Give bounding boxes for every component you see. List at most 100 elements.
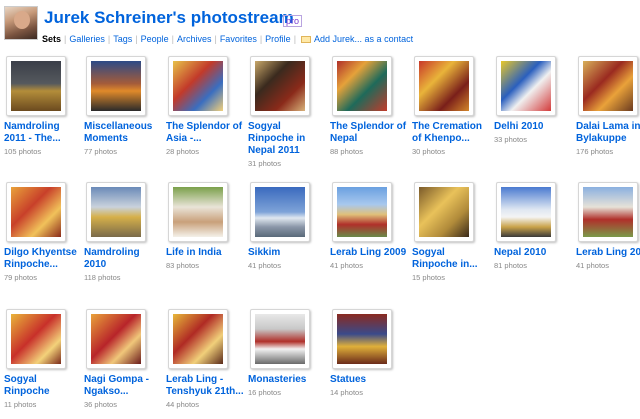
pro-badge[interactable]: pro	[283, 15, 303, 27]
set-thumbnail[interactable]	[173, 61, 223, 111]
set-thumbnail[interactable]	[501, 187, 551, 237]
nav-add-contact[interactable]: Add Jurek... as a contact	[314, 34, 413, 44]
set-title-link[interactable]: The Splendor of Nepal	[330, 121, 410, 145]
set-title-link[interactable]: Monasteries	[248, 374, 328, 386]
set-thumbnail-frame[interactable]	[6, 182, 66, 242]
set-thumbnail-frame[interactable]	[578, 182, 638, 242]
set-photo-count: 83 photos	[166, 261, 199, 270]
set-photo-count: 36 photos	[84, 400, 117, 409]
set-thumbnail-frame[interactable]	[414, 182, 474, 242]
set-thumbnail[interactable]	[337, 314, 387, 364]
nav-people[interactable]: People	[141, 34, 169, 44]
set-thumbnail[interactable]	[173, 314, 223, 364]
set-thumbnail-frame[interactable]	[250, 56, 310, 116]
set-card[interactable]: Sikkim 41 photos	[248, 182, 330, 270]
set-thumbnail-frame[interactable]	[496, 182, 556, 242]
set-thumbnail[interactable]	[255, 61, 305, 111]
set-card[interactable]: Statues 14 photos	[330, 309, 412, 397]
nav-profile[interactable]: Profile	[265, 34, 291, 44]
set-card[interactable]: Miscellaneous Moments 77 photos	[84, 56, 166, 156]
set-title-link[interactable]: Nagi Gompa - Ngakso...	[84, 374, 164, 398]
set-card[interactable]: Namdroling 2010 118 photos	[84, 182, 166, 282]
page-title[interactable]: Jurek Schreiner's photostream	[44, 8, 294, 28]
set-thumbnail[interactable]	[583, 61, 633, 111]
set-card[interactable]: The Splendor of Nepal 88 photos	[330, 56, 412, 156]
set-thumbnail-frame[interactable]	[6, 56, 66, 116]
set-card[interactable]: Sogyal Rinpoche in... 15 photos	[412, 182, 494, 282]
set-thumbnail[interactable]	[337, 61, 387, 111]
set-title-link[interactable]: Sogyal Rinpoche in...	[412, 247, 492, 271]
set-title-link[interactable]: Dilgo Khyentse Rinpoche...	[4, 247, 84, 271]
set-card[interactable]: Sogyal Rinpoche 11 photos	[4, 309, 86, 409]
set-title-link[interactable]: Dalai Lama in Bylakuppe	[576, 121, 640, 145]
set-thumbnail[interactable]	[11, 314, 61, 364]
set-thumbnail[interactable]	[91, 314, 141, 364]
set-thumbnail[interactable]	[255, 314, 305, 364]
set-title-link[interactable]: Sogyal Rinpoche in Nepal 2011	[248, 121, 328, 157]
set-title-link[interactable]: Sikkim	[248, 247, 328, 259]
set-thumbnail-frame[interactable]	[168, 309, 228, 369]
set-card[interactable]: Nepal 2010 81 photos	[494, 182, 576, 270]
set-thumbnail-frame[interactable]	[250, 309, 310, 369]
set-card[interactable]: Monasteries 16 photos	[248, 309, 330, 397]
set-thumbnail-frame[interactable]	[6, 309, 66, 369]
avatar[interactable]	[4, 6, 38, 40]
envelope-icon[interactable]	[301, 36, 312, 44]
set-thumbnail[interactable]	[173, 187, 223, 237]
set-title-link[interactable]: Life in India	[166, 247, 246, 259]
set-thumbnail-frame[interactable]	[578, 56, 638, 116]
set-thumbnail-frame[interactable]	[332, 56, 392, 116]
set-card[interactable]: Dilgo Khyentse Rinpoche... 79 photos	[4, 182, 86, 282]
set-title-link[interactable]: The Cremation of Khenpo...	[412, 121, 492, 145]
set-card[interactable]: Delhi 2010 33 photos	[494, 56, 576, 144]
nav-archives[interactable]: Archives	[177, 34, 212, 44]
nav-galleries[interactable]: Galleries	[69, 34, 105, 44]
set-card[interactable]: Lerab Ling 2008 41 photos	[576, 182, 640, 270]
set-thumbnail[interactable]	[91, 61, 141, 111]
set-card[interactable]: The Splendor of Asia -... 28 photos	[166, 56, 248, 156]
set-thumbnail-frame[interactable]	[168, 56, 228, 116]
set-thumbnail[interactable]	[583, 187, 633, 237]
set-card[interactable]: Life in India 83 photos	[166, 182, 248, 270]
nav-sets[interactable]: Sets	[42, 34, 61, 44]
set-title-link[interactable]: Miscellaneous Moments	[84, 121, 164, 145]
set-thumbnail[interactable]	[255, 187, 305, 237]
set-thumbnail[interactable]	[11, 187, 61, 237]
set-title-link[interactable]: Lerab Ling 2008	[576, 247, 640, 259]
set-thumbnail-frame[interactable]	[496, 56, 556, 116]
set-title-link[interactable]: Lerab Ling - Tenshyuk 21th...	[166, 374, 246, 398]
set-thumbnail-frame[interactable]	[414, 56, 474, 116]
set-card[interactable]: Lerab Ling 2009 41 photos	[330, 182, 412, 270]
set-title-link[interactable]: The Splendor of Asia -...	[166, 121, 246, 145]
set-photo-count: 41 photos	[576, 261, 609, 270]
set-thumbnail-frame[interactable]	[86, 182, 146, 242]
nav-favorites[interactable]: Favorites	[220, 34, 257, 44]
set-thumbnail-frame[interactable]	[168, 182, 228, 242]
set-card[interactable]: Dalai Lama in Bylakuppe 176 photos	[576, 56, 640, 156]
set-title-link[interactable]: Statues	[330, 374, 410, 386]
set-title-link[interactable]: Nepal 2010	[494, 247, 574, 259]
set-photo-count: 16 photos	[248, 388, 281, 397]
set-thumbnail-frame[interactable]	[250, 182, 310, 242]
set-card[interactable]: Namdroling 2011 - The... 105 photos	[4, 56, 86, 156]
set-title-link[interactable]: Namdroling 2010	[84, 247, 164, 271]
set-thumbnail-frame[interactable]	[86, 56, 146, 116]
set-card[interactable]: Sogyal Rinpoche in Nepal 2011 31 photos	[248, 56, 330, 168]
set-thumbnail[interactable]	[337, 187, 387, 237]
set-title-link[interactable]: Sogyal Rinpoche	[4, 374, 84, 398]
set-card[interactable]: Nagi Gompa - Ngakso... 36 photos	[84, 309, 166, 409]
set-thumbnail[interactable]	[419, 187, 469, 237]
nav-tags[interactable]: Tags	[113, 34, 132, 44]
set-thumbnail-frame[interactable]	[332, 182, 392, 242]
set-title-link[interactable]: Lerab Ling 2009	[330, 247, 410, 259]
set-card[interactable]: Lerab Ling - Tenshyuk 21th... 44 photos	[166, 309, 248, 409]
set-title-link[interactable]: Namdroling 2011 - The...	[4, 121, 84, 145]
set-card[interactable]: The Cremation of Khenpo... 30 photos	[412, 56, 494, 156]
set-title-link[interactable]: Delhi 2010	[494, 121, 574, 133]
set-thumbnail[interactable]	[91, 187, 141, 237]
set-thumbnail[interactable]	[11, 61, 61, 111]
set-thumbnail[interactable]	[419, 61, 469, 111]
set-thumbnail-frame[interactable]	[332, 309, 392, 369]
set-thumbnail[interactable]	[501, 61, 551, 111]
set-thumbnail-frame[interactable]	[86, 309, 146, 369]
